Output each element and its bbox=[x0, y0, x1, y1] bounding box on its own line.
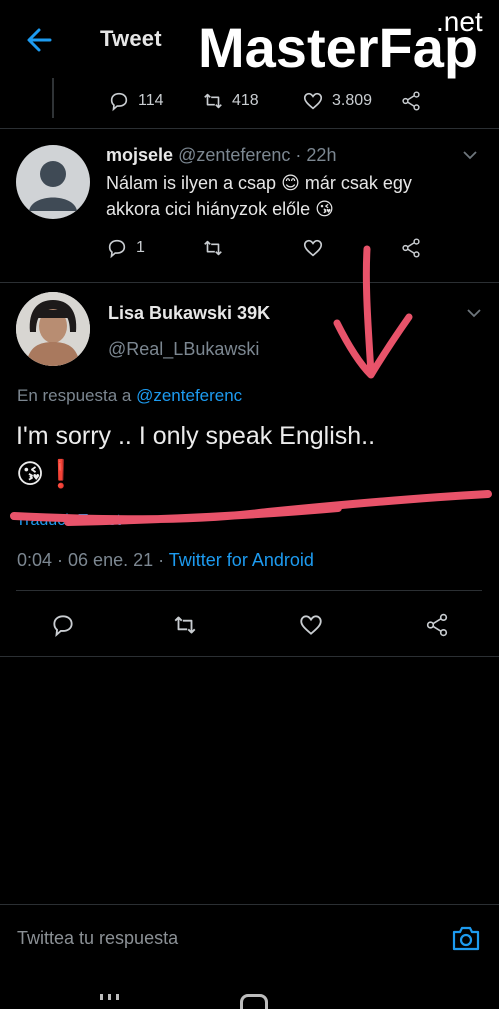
chevron-down-icon[interactable] bbox=[466, 308, 482, 318]
heart-icon bbox=[300, 615, 322, 635]
share-icon bbox=[426, 613, 448, 637]
page-title: Tweet bbox=[100, 26, 162, 51]
retweet-action[interactable] bbox=[202, 237, 224, 259]
main-retweet-button[interactable] bbox=[172, 612, 198, 638]
divider bbox=[0, 904, 499, 905]
reply-input[interactable]: Twittea tu respuesta bbox=[17, 928, 178, 949]
reply-time: · 22h bbox=[295, 145, 337, 165]
like-action[interactable] bbox=[302, 237, 324, 259]
camera-icon[interactable] bbox=[451, 924, 481, 952]
tweet-meta: 0:04 · 06 ene. 21 · Twitter for Android bbox=[17, 550, 314, 571]
reply-author-name[interactable]: mojsele bbox=[106, 145, 173, 165]
tweet-timestamp: 0:04 · 06 ene. 21 · bbox=[17, 550, 165, 570]
tweet-text-line2: 😘❗ bbox=[16, 459, 78, 489]
reply-author-handle[interactable]: @zenteferenc bbox=[178, 145, 290, 165]
avatar-mojsele[interactable] bbox=[16, 145, 90, 219]
divider bbox=[0, 656, 499, 657]
tweet-source-link[interactable]: Twitter for Android bbox=[169, 550, 314, 570]
reply-action[interactable]: 1 bbox=[106, 237, 145, 259]
divider bbox=[0, 282, 499, 283]
home-icon[interactable] bbox=[240, 994, 268, 1009]
retweet-icon bbox=[174, 616, 196, 634]
reply-to-link[interactable]: @zenteferenc bbox=[136, 386, 242, 405]
annotation-underline bbox=[10, 490, 492, 526]
retweet-action[interactable]: 418 bbox=[202, 90, 259, 112]
reply-text-line2: akkora cici hiányzok előle 😘 bbox=[106, 199, 334, 219]
profile-photo bbox=[16, 292, 90, 366]
tweet-author-name[interactable]: Lisa Bukawski 39K bbox=[108, 303, 270, 324]
tweet-author-handle[interactable]: @Real_LBukawski bbox=[108, 339, 259, 360]
watermark-tld-text: .net bbox=[436, 6, 483, 37]
comment-icon bbox=[53, 615, 73, 638]
divider bbox=[0, 128, 499, 129]
share-icon bbox=[402, 91, 420, 111]
heart-icon bbox=[303, 239, 323, 257]
retweet-icon bbox=[204, 240, 222, 256]
default-avatar-icon bbox=[29, 161, 77, 211]
retweet-icon bbox=[204, 93, 222, 109]
comment-icon bbox=[108, 239, 126, 259]
reply-text-line1: Nálam is ilyen a csap 😊 már csak egy bbox=[106, 173, 412, 193]
annotation-arrow bbox=[333, 245, 413, 379]
like-action[interactable]: 3.809 bbox=[302, 90, 372, 112]
reply-context-prefix: En respuesta a bbox=[17, 386, 132, 405]
comment-icon bbox=[110, 92, 128, 112]
share-action[interactable] bbox=[400, 90, 422, 112]
retweet-count: 418 bbox=[232, 92, 259, 109]
tweet-text-line1: I'm sorry .. I only speak English.. bbox=[16, 422, 376, 450]
watermark-logo: MasterFap .net bbox=[198, 6, 483, 79]
main-reply-button[interactable] bbox=[50, 612, 76, 638]
divider bbox=[16, 590, 482, 591]
reply-context: En respuesta a @zenteferenc bbox=[17, 386, 242, 406]
avatar-lisa[interactable] bbox=[16, 292, 90, 366]
heart-icon bbox=[303, 92, 323, 110]
reply-count: 114 bbox=[138, 92, 164, 109]
recent-apps-icon[interactable] bbox=[100, 994, 120, 1000]
thread-line bbox=[52, 78, 54, 118]
like-count: 3.809 bbox=[332, 92, 373, 109]
chevron-down-icon[interactable] bbox=[462, 150, 478, 160]
back-arrow-icon[interactable] bbox=[24, 26, 54, 54]
main-like-button[interactable] bbox=[298, 612, 324, 638]
reply-count: 1 bbox=[136, 239, 145, 256]
reply-action[interactable]: 114 bbox=[108, 90, 164, 112]
main-share-button[interactable] bbox=[424, 612, 450, 638]
reply-header: mojsele @zenteferenc · 22h bbox=[106, 145, 336, 166]
